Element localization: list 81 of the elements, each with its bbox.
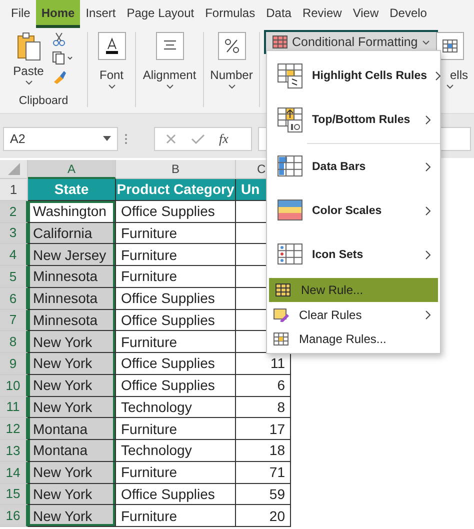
column-heading-cell: State: [28, 179, 116, 201]
ribbon-tab[interactable]: Page Layout: [122, 0, 200, 28]
table-cell: 18: [236, 440, 291, 462]
table-cell: New York: [28, 374, 116, 396]
table-cell: Furniture: [116, 222, 236, 244]
ribbon-tab[interactable]: Data: [261, 0, 296, 28]
table-cell: New York: [28, 353, 116, 375]
table-cell: Office Supplies: [116, 484, 236, 506]
row-header[interactable]: 5: [0, 266, 28, 288]
group-label: ells: [450, 68, 468, 82]
table-cell: 71: [236, 462, 291, 484]
table-cell: Montana: [28, 418, 116, 440]
group-label: Font: [99, 68, 124, 82]
table-cell: New York: [28, 396, 116, 418]
menu-item[interactable]: Manage Rules...: [267, 327, 440, 351]
ribbon-tab[interactable]: Formulas: [200, 0, 260, 28]
row-header[interactable]: 12: [0, 418, 28, 440]
ribbon-tab[interactable]: File: [6, 0, 36, 28]
table-cell: California: [28, 222, 116, 244]
row-header[interactable]: 10: [0, 374, 28, 396]
menu-item[interactable]: Top/Bottom Rules: [267, 98, 440, 142]
table-cell: 20: [236, 505, 291, 527]
menu-item[interactable]: New Rule...: [269, 278, 438, 302]
table-cell: Montana: [28, 440, 116, 462]
ribbon-tab[interactable]: Home: [36, 0, 80, 28]
row-header[interactable]: 1: [0, 179, 28, 201]
menu-item[interactable]: Highlight Cells Rules: [267, 54, 440, 98]
table-cell: Office Supplies: [116, 353, 236, 375]
table-cell: 59: [236, 484, 291, 506]
table-cell: New York: [28, 462, 116, 484]
menu-item[interactable]: Clear Rules: [267, 303, 440, 327]
row-header[interactable]: 8: [0, 331, 28, 353]
menu-item[interactable]: Icon Sets: [267, 233, 440, 277]
row-header[interactable]: 4: [0, 244, 28, 266]
table-cell: 6: [236, 374, 291, 396]
row-header[interactable]: 7: [0, 310, 28, 332]
table-cell: Office Supplies: [116, 310, 236, 332]
table-cell: Furniture: [116, 331, 236, 353]
row-header[interactable]: 14: [0, 462, 28, 484]
table-cell: New York: [28, 505, 116, 527]
group-label: Number: [210, 68, 253, 82]
group-label: Alignment: [142, 68, 196, 82]
ribbon-tab[interactable]: Review: [297, 0, 347, 28]
table-cell: Furniture: [116, 505, 236, 527]
table-cell: 8: [236, 396, 291, 418]
table-cell: Washington: [28, 200, 116, 222]
table-cell: New York: [28, 484, 116, 506]
table-cell: Office Supplies: [116, 288, 236, 310]
column-header[interactable]: A: [28, 160, 116, 179]
group-caption: Clipboard: [18, 95, 68, 107]
ribbon-tab[interactable]: View: [348, 0, 384, 28]
table-cell: Furniture: [116, 244, 236, 266]
table-cell: Minnesota: [28, 310, 116, 332]
ribbon-tab[interactable]: Develo: [384, 0, 432, 28]
table-cell: Furniture: [116, 418, 236, 440]
column-heading-cell: Product Category: [116, 179, 236, 201]
table-cell: Furniture: [116, 462, 236, 484]
ribbon-tab[interactable]: Insert: [80, 0, 121, 28]
row-header[interactable]: 11: [0, 396, 28, 418]
row-header[interactable]: 9: [0, 353, 28, 375]
row-header[interactable]: 13: [0, 440, 28, 462]
column-header[interactable]: B: [116, 160, 236, 179]
row-header[interactable]: 3: [0, 222, 28, 244]
name-box[interactable]: A2: [3, 127, 118, 151]
row-header[interactable]: 6: [0, 288, 28, 310]
row-header[interactable]: 2: [0, 200, 28, 222]
paste-button[interactable]: Paste: [13, 64, 44, 78]
table-cell: Minnesota: [28, 266, 116, 288]
table-cell: New Jersey: [28, 244, 116, 266]
table-cell: 11: [236, 353, 291, 375]
table-cell: 17: [236, 418, 291, 440]
insert-function-button[interactable]: fx: [219, 131, 228, 147]
table-cell: Minnesota: [28, 288, 116, 310]
table-cell: New York: [28, 331, 116, 353]
row-header[interactable]: 16: [0, 505, 28, 527]
table-cell: Office Supplies: [116, 200, 236, 222]
table-cell: Office Supplies: [116, 374, 236, 396]
row-header[interactable]: 15: [0, 484, 28, 506]
table-cell: Technology: [116, 440, 236, 462]
table-cell: Furniture: [116, 266, 236, 288]
table-cell: Technology: [116, 396, 236, 418]
